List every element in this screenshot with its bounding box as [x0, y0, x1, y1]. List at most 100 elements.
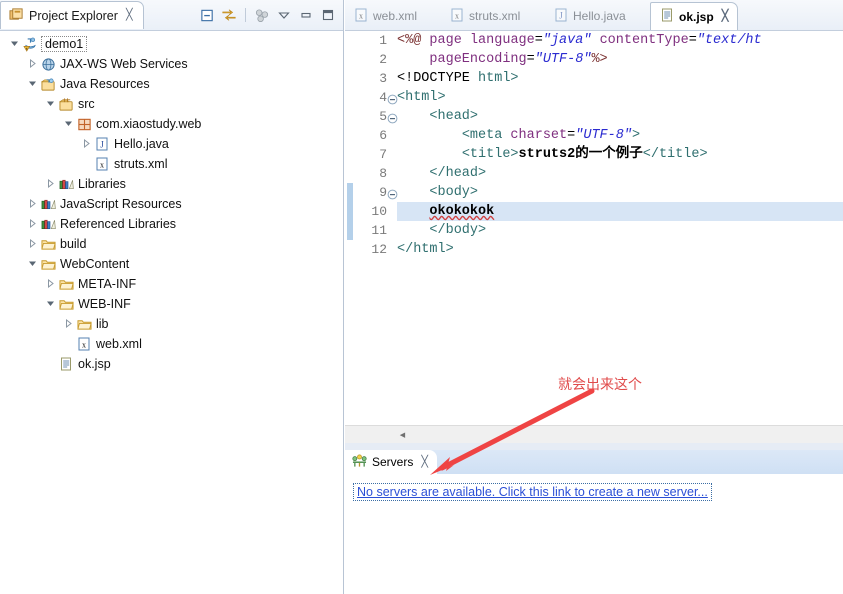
view-menu-button[interactable]	[253, 6, 271, 24]
editor-tab-ok-jsp[interactable]: ok.jsp ╳	[650, 2, 739, 30]
close-icon[interactable]: ╳	[421, 456, 428, 468]
expand-arrow-down-icon[interactable]	[26, 79, 39, 90]
minimize-button[interactable]	[297, 6, 315, 24]
expand-arrow-right-icon[interactable]	[80, 138, 93, 150]
expand-arrow-down-icon[interactable]	[26, 259, 39, 270]
expand-arrow-right-icon[interactable]	[26, 238, 39, 250]
expand-arrow-right-icon[interactable]	[26, 198, 39, 210]
svg-text:x: x	[82, 341, 86, 350]
tree-item-lib[interactable]: lib	[0, 314, 342, 334]
expand-arrow-down-icon[interactable]	[8, 39, 21, 50]
tree-item-javascript-resources[interactable]: JavaScript Resources	[0, 194, 342, 214]
collapse-all-button[interactable]	[198, 6, 216, 24]
tab-servers[interactable]: Servers ╳	[345, 450, 437, 474]
project-explorer-icon	[9, 7, 24, 25]
expand-arrow-right-icon[interactable]	[44, 178, 57, 190]
libraries-icon	[39, 217, 57, 231]
editor-tab-label: Hello.java	[573, 9, 626, 23]
tree-item-struts-xml[interactable]: x struts.xml	[0, 154, 342, 174]
code-token: language	[469, 33, 535, 48]
tab-project-explorer[interactable]: Project Explorer ╳	[0, 1, 144, 29]
servers-icon	[352, 454, 367, 471]
code-line-2[interactable]: pageEncoding="UTF-8"%>	[397, 50, 843, 69]
tree-item-web-inf[interactable]: WEB-INF	[0, 294, 342, 314]
code-token: =	[534, 33, 543, 48]
code-token: "text/ht	[696, 33, 762, 48]
code-line-3[interactable]: <!DOCTYPE html>	[397, 69, 843, 88]
code-token: "java"	[542, 33, 592, 48]
java-file-icon: J	[93, 137, 111, 151]
svg-text:J: J	[559, 10, 563, 20]
tree-item-meta-inf[interactable]: META-INF	[0, 274, 342, 294]
code-token: =	[688, 33, 697, 48]
tree-item-hello-java[interactable]: J Hello.java	[0, 134, 342, 154]
code-line-12[interactable]: </html>	[397, 240, 843, 259]
tree-item-com-xiaostudy-web[interactable]: com.xiaostudy.web	[0, 114, 342, 134]
code-line-6[interactable]: <meta charset="UTF-8">	[397, 126, 843, 145]
expand-arrow-right-icon[interactable]	[26, 58, 39, 70]
line-number: 2	[379, 52, 387, 67]
line-number: 12	[371, 242, 387, 257]
expand-arrow-right-icon[interactable]	[44, 278, 57, 290]
tree-item-webcontent[interactable]: WebContent	[0, 254, 342, 274]
tree-item-label: ok.jsp	[78, 357, 111, 371]
xml-file-icon: x	[354, 8, 368, 25]
source-folder-icon	[57, 97, 75, 112]
line-number: 6	[379, 128, 387, 143]
link-with-editor-button[interactable]	[220, 6, 238, 24]
code-token: >	[631, 128, 641, 143]
code-line-4[interactable]: <html>	[397, 88, 843, 107]
editor-tab-label: struts.xml	[469, 9, 521, 23]
folder-icon	[39, 257, 57, 271]
code-line-5[interactable]: <head>	[397, 107, 843, 126]
close-icon[interactable]: ╳	[722, 11, 729, 22]
line-number: 11	[371, 223, 387, 238]
maximize-button[interactable]	[319, 6, 337, 24]
editor-tab-struts-xml[interactable]: x struts.xml	[441, 2, 529, 30]
code-line-9[interactable]: <body>	[397, 183, 843, 202]
line-number: 1	[379, 33, 387, 48]
tree-item-build[interactable]: build	[0, 234, 342, 254]
tree-item-src[interactable]: src	[0, 94, 342, 114]
package-icon	[75, 117, 93, 132]
expand-arrow-down-icon[interactable]	[62, 119, 75, 130]
panel-sash[interactable]	[345, 443, 843, 450]
tree-item-web-xml[interactable]: x web.xml	[0, 334, 342, 354]
code-lines[interactable]: <%@ page language="java" contentType="te…	[397, 31, 843, 423]
web-services-icon	[39, 57, 57, 72]
code-line-11[interactable]: </body>	[397, 221, 843, 240]
close-icon[interactable]: ╳	[126, 10, 133, 21]
tree-item-demo1[interactable]: demo1	[0, 34, 342, 54]
expand-arrow-down-icon[interactable]	[44, 299, 57, 310]
create-new-server-link[interactable]: No servers are available. Click this lin…	[353, 483, 712, 501]
code-line-8[interactable]: </head>	[397, 164, 843, 183]
code-line-7[interactable]: <title>struts2的一个例子</title>	[397, 145, 843, 164]
tree-item-java-resources[interactable]: Java Resources	[0, 74, 342, 94]
expand-arrow-right-icon[interactable]	[26, 218, 39, 230]
project-explorer-toolbar	[198, 6, 337, 24]
tree-item-jax-ws-web-services[interactable]: JAX-WS Web Services	[0, 54, 342, 74]
editor-tabstrip: x web.xml x struts.xml J Hello.java ok.jsp ╳	[345, 0, 843, 31]
code-line-1[interactable]: <%@ page language="java" contentType="te…	[397, 31, 843, 50]
project-explorer-view: Project Explorer ╳ demo1 JAX-WS Web Serv…	[0, 0, 344, 594]
chevron-down-icon[interactable]	[275, 6, 293, 24]
java-web-project-icon	[21, 37, 39, 52]
editor-tab-label: web.xml	[373, 9, 418, 23]
code-line-10[interactable]: okokokok	[397, 202, 843, 221]
tree-item-label: JAX-WS Web Services	[60, 57, 188, 71]
scroll-left-icon[interactable]: ◀	[394, 426, 411, 443]
java-file-icon: J	[554, 8, 568, 25]
editor-tab-web-xml[interactable]: x web.xml	[345, 2, 426, 30]
editor-horizontal-scrollbar[interactable]: ◀	[345, 425, 843, 443]
tree-item-referenced-libraries[interactable]: Referenced Libraries	[0, 214, 342, 234]
tree-item-ok-jsp[interactable]: ok.jsp	[0, 354, 342, 374]
expand-arrow-right-icon[interactable]	[62, 318, 75, 330]
editor-tab-hello-java[interactable]: J Hello.java	[545, 2, 635, 30]
expand-arrow-down-icon[interactable]	[44, 99, 57, 110]
project-tree[interactable]: demo1 JAX-WS Web Services Java Resources sr…	[0, 31, 342, 594]
tree-item-libraries[interactable]: Libraries	[0, 174, 342, 194]
